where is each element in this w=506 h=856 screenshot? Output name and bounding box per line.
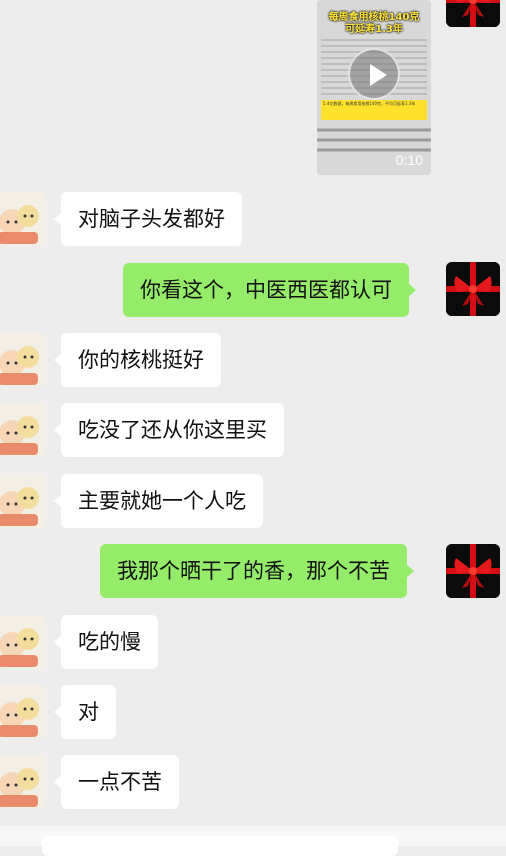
my-avatar[interactable] xyxy=(446,544,500,598)
gift-bow-icon xyxy=(446,262,500,316)
cartoon-avatar-icon xyxy=(0,474,46,528)
cartoon-avatar-icon xyxy=(0,615,46,669)
contact-avatar[interactable] xyxy=(0,403,46,457)
cartoon-avatar-icon xyxy=(0,755,46,809)
contact-avatar[interactable] xyxy=(0,474,46,528)
contact-avatar[interactable] xyxy=(0,615,46,669)
gift-bow-icon xyxy=(446,0,500,27)
message-bubble-incoming[interactable]: 对脑子头发都好 xyxy=(54,192,242,246)
cartoon-avatar-icon xyxy=(0,685,46,739)
my-avatar[interactable] xyxy=(446,0,500,27)
contact-avatar[interactable] xyxy=(0,685,46,739)
cartoon-avatar-icon xyxy=(0,403,46,457)
message-input[interactable] xyxy=(42,836,398,856)
play-icon[interactable] xyxy=(348,48,400,100)
video-duration: 0:10 xyxy=(395,152,423,168)
message-bubble-incoming[interactable]: 主要就她一个人吃 xyxy=(54,474,263,528)
video-title: 每周食用核桃140克 可延寿1.3年 xyxy=(328,12,420,35)
contact-avatar[interactable] xyxy=(0,755,46,809)
contact-avatar[interactable] xyxy=(0,192,46,246)
message-bubble-incoming[interactable]: 一点不苦 xyxy=(54,755,179,809)
chat-input-bar xyxy=(0,826,506,856)
message-bubble-outgoing[interactable]: 你看这个，中医西医都认可 xyxy=(123,263,416,317)
message-bubble-incoming[interactable]: 吃的慢 xyxy=(54,615,158,669)
cartoon-avatar-icon xyxy=(0,333,46,387)
gift-bow-icon xyxy=(446,544,500,598)
message-bubble-outgoing[interactable]: 我那个晒干了的香，那个不苦 xyxy=(100,544,414,598)
message-bubble-incoming[interactable]: 吃没了还从你这里买 xyxy=(54,403,284,457)
message-bubble-incoming[interactable]: 你的核桃挺好 xyxy=(54,333,221,387)
my-avatar[interactable] xyxy=(446,262,500,316)
cartoon-avatar-icon xyxy=(0,192,46,246)
video-caption: 5.4亿数据，每周食用核桃140克，平均可延寿1.3年 xyxy=(321,100,427,120)
message-bubble-incoming[interactable]: 对 xyxy=(54,685,116,739)
video-message-thumbnail[interactable]: 每周食用核桃140克 可延寿1.3年 5.4亿数据，每周食用核桃140克，平均可… xyxy=(317,0,431,175)
contact-avatar[interactable] xyxy=(0,333,46,387)
